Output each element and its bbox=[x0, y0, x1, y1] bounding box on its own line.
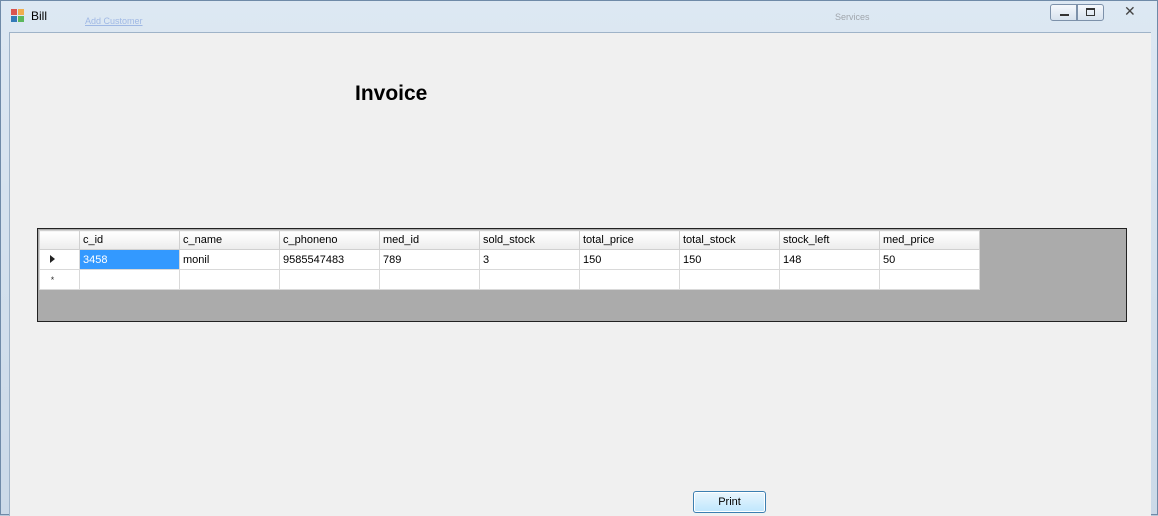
cell-c-phoneno[interactable]: 9585547483 bbox=[279, 249, 380, 270]
grid-table: c_id c_name c_phoneno med_id sold_stock … bbox=[39, 230, 980, 290]
column-header-total-price[interactable]: total_price bbox=[579, 230, 680, 250]
cell-total-stock[interactable]: 150 bbox=[679, 249, 780, 270]
minimize-button[interactable] bbox=[1050, 4, 1077, 21]
bill-window: Bill Add Customer Services ✕ Invoice c_i… bbox=[0, 0, 1158, 516]
column-header-sold-stock[interactable]: sold_stock bbox=[479, 230, 580, 250]
page-title: Invoice bbox=[355, 82, 428, 105]
cell-stock-left[interactable]: 148 bbox=[779, 249, 880, 270]
minimize-icon bbox=[1060, 14, 1069, 16]
column-header-med-id[interactable]: med_id bbox=[379, 230, 480, 250]
row-header-new[interactable]: * bbox=[39, 269, 80, 290]
cell-med-price[interactable]: 50 bbox=[879, 249, 980, 270]
new-row[interactable]: * bbox=[39, 269, 980, 290]
title-bar[interactable]: Bill Add Customer Services ✕ bbox=[1, 1, 1157, 31]
cell-c-name[interactable]: monil bbox=[179, 249, 280, 270]
new-cell-med-id[interactable] bbox=[379, 269, 480, 290]
new-cell-total-price[interactable] bbox=[579, 269, 680, 290]
invoice-data-grid[interactable]: c_id c_name c_phoneno med_id sold_stock … bbox=[37, 228, 1127, 322]
row-header-current[interactable] bbox=[39, 249, 80, 270]
new-row-marker: * bbox=[50, 274, 55, 285]
column-header-c-name[interactable]: c_name bbox=[179, 230, 280, 250]
form-client-area: Invoice c_id c_name c_phoneno med_id sol… bbox=[9, 32, 1151, 516]
column-header-med-price[interactable]: med_price bbox=[879, 230, 980, 250]
cell-total-price[interactable]: 150 bbox=[579, 249, 680, 270]
close-icon: ✕ bbox=[1124, 4, 1136, 20]
new-cell-c-name[interactable] bbox=[179, 269, 280, 290]
background-link: Add Customer bbox=[85, 16, 143, 26]
corner-header-cell[interactable] bbox=[39, 230, 80, 250]
app-icon bbox=[11, 9, 25, 23]
new-cell-c-phoneno[interactable] bbox=[279, 269, 380, 290]
window-title: Bill bbox=[31, 9, 48, 23]
cell-sold-stock[interactable]: 3 bbox=[479, 249, 580, 270]
background-fragment-text: Services bbox=[835, 12, 870, 22]
column-header-stock-left[interactable]: stock_left bbox=[779, 230, 880, 250]
header-row: c_id c_name c_phoneno med_id sold_stock … bbox=[39, 230, 980, 250]
print-button[interactable]: Print bbox=[693, 491, 766, 513]
close-button[interactable]: ✕ bbox=[1108, 4, 1152, 21]
cell-med-id[interactable]: 789 bbox=[379, 249, 480, 270]
table-row[interactable]: 3458 monil 9585547483 789 3 150 150 148 … bbox=[39, 249, 980, 270]
maximize-button[interactable] bbox=[1077, 4, 1104, 21]
column-header-c-phoneno[interactable]: c_phoneno bbox=[279, 230, 380, 250]
column-header-total-stock[interactable]: total_stock bbox=[679, 230, 780, 250]
cell-c-id[interactable]: 3458 bbox=[79, 249, 180, 270]
current-row-arrow-icon bbox=[50, 254, 55, 263]
new-cell-med-price[interactable] bbox=[879, 269, 980, 290]
new-cell-sold-stock[interactable] bbox=[479, 269, 580, 290]
column-header-c-id[interactable]: c_id bbox=[79, 230, 180, 250]
maximize-icon bbox=[1086, 8, 1095, 16]
new-cell-total-stock[interactable] bbox=[679, 269, 780, 290]
new-cell-c-id[interactable] bbox=[79, 269, 180, 290]
new-cell-stock-left[interactable] bbox=[779, 269, 880, 290]
background-window-fragment: Services bbox=[829, 1, 1039, 31]
